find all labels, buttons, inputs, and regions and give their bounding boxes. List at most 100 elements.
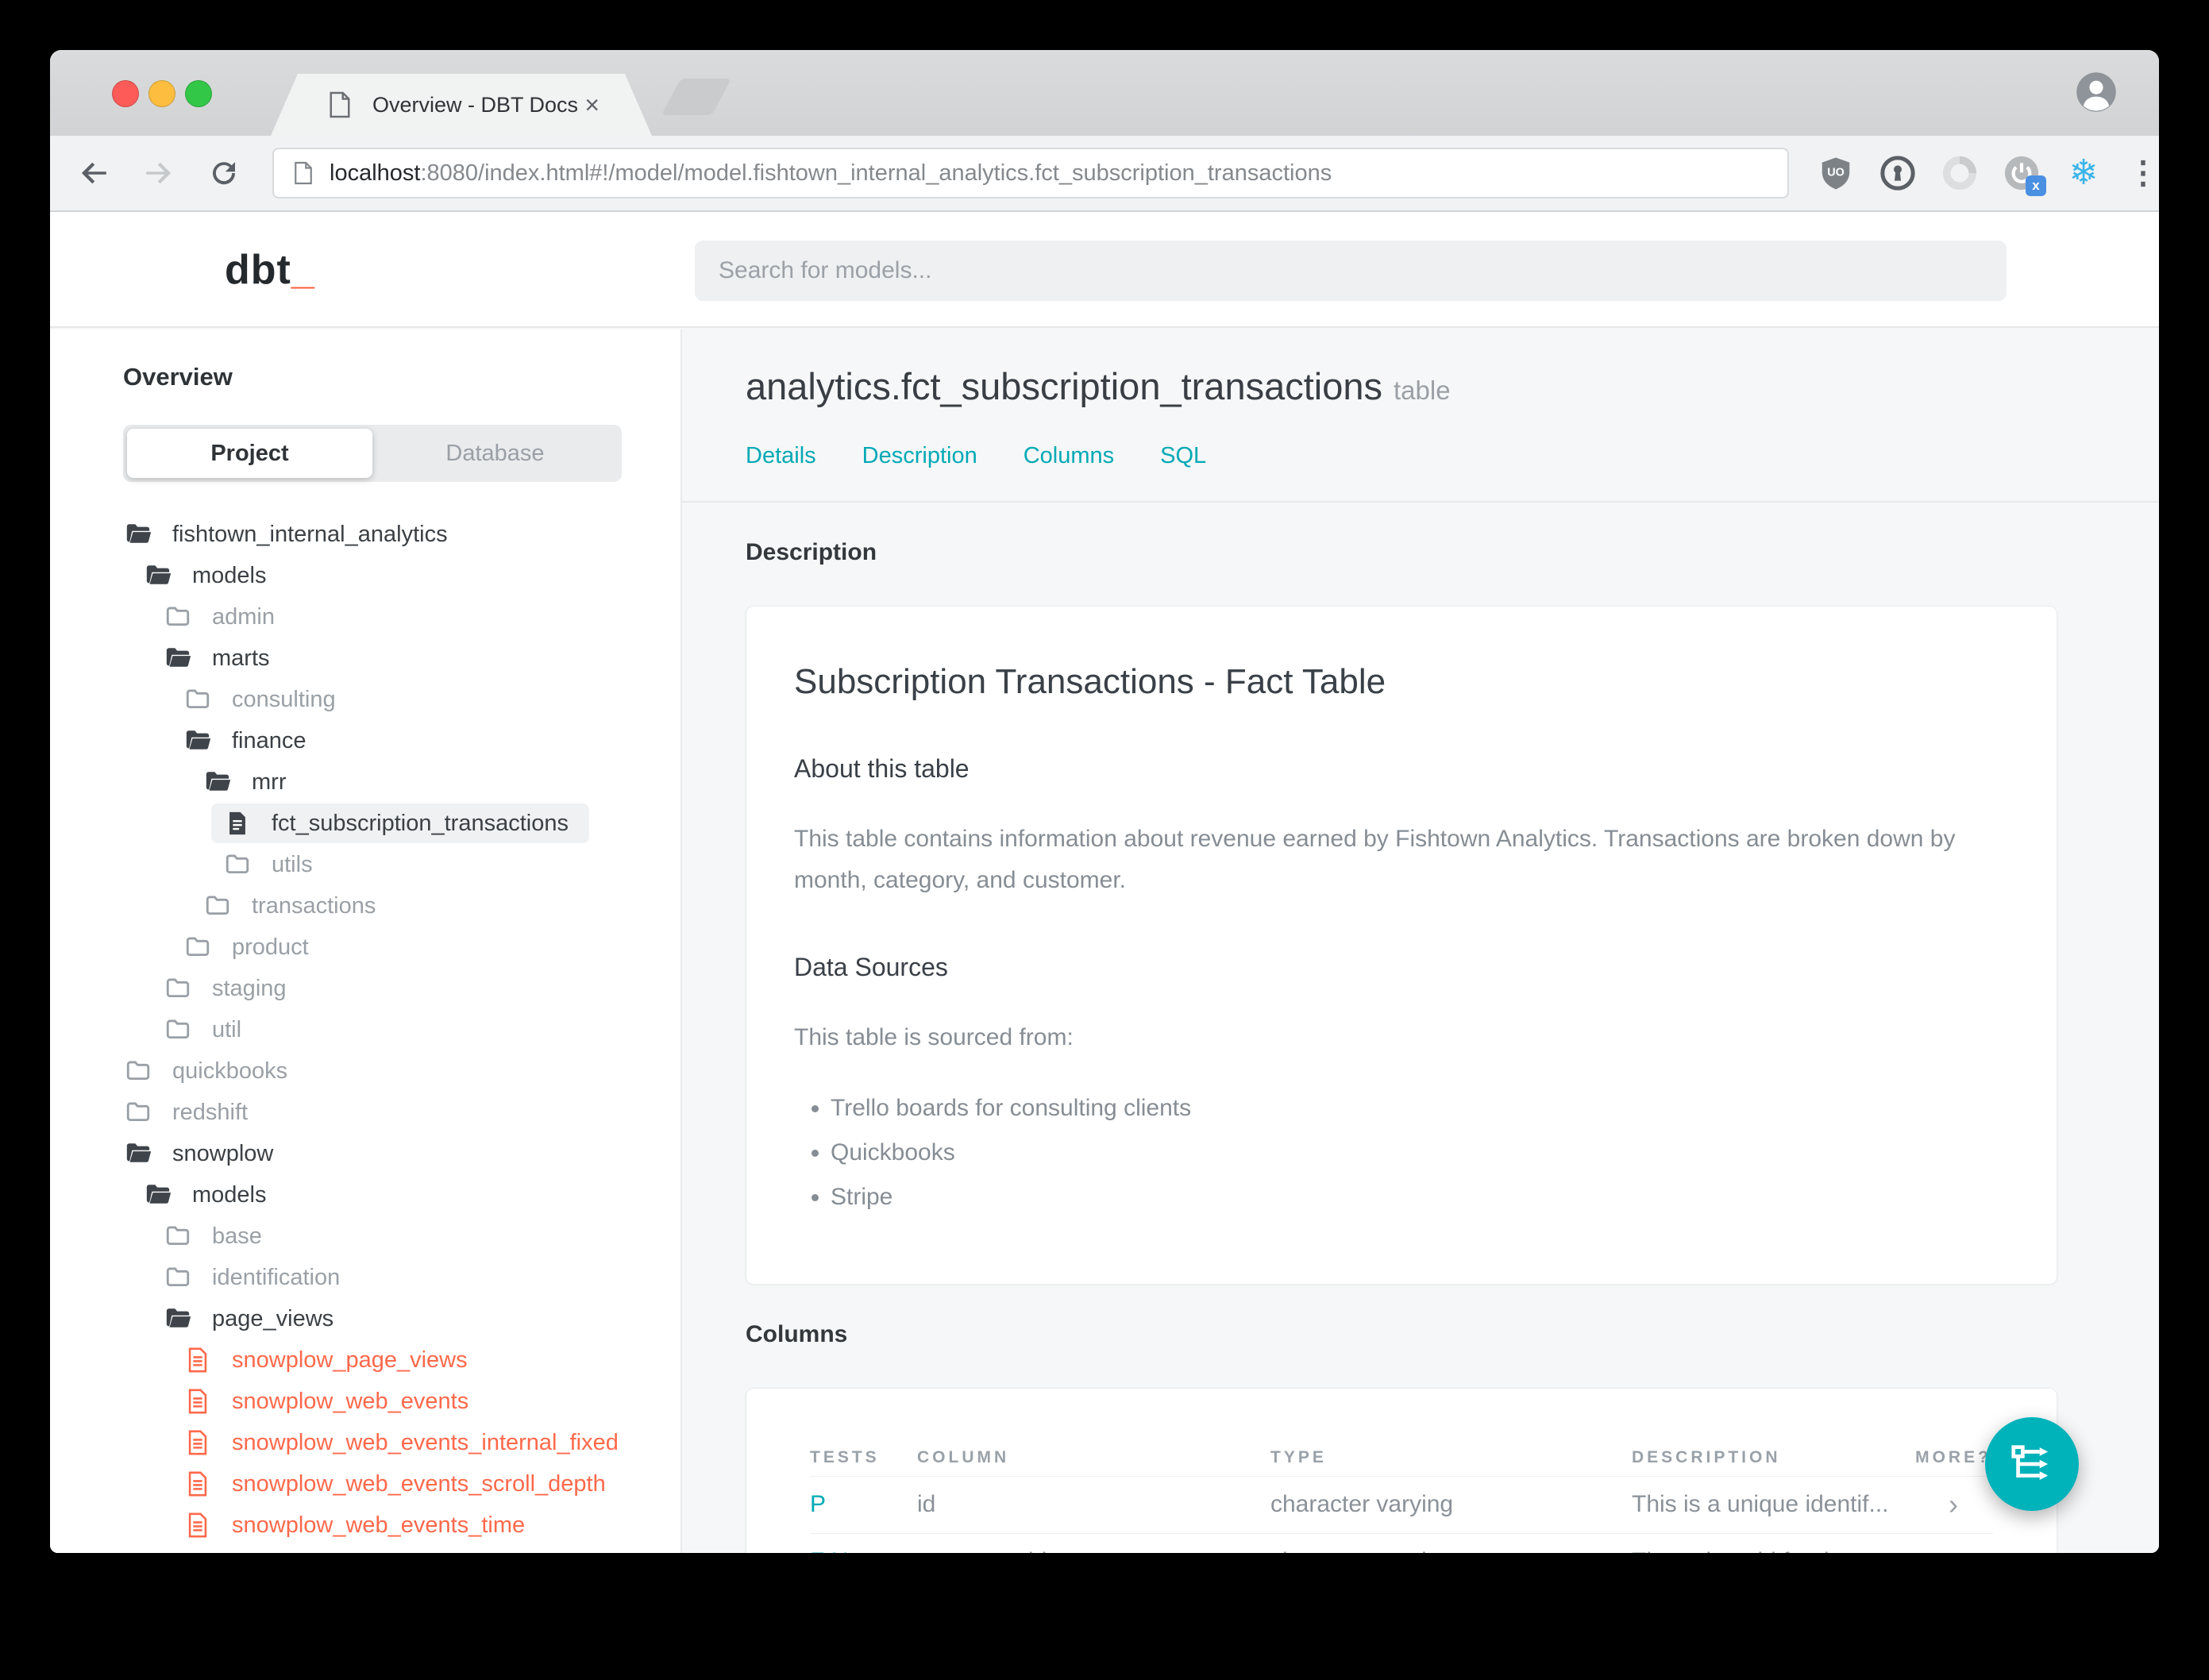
- nav-link-sql[interactable]: SQL: [1160, 443, 1206, 469]
- window-close-button[interactable]: [112, 80, 139, 107]
- search-input[interactable]: [695, 241, 2007, 301]
- column-type: character varying: [1270, 1491, 1454, 1518]
- tab-close-icon[interactable]: ×: [584, 91, 599, 120]
- folder-icon: [125, 1058, 152, 1085]
- tree-item-fct_subscription_transactions[interactable]: fct_subscription_transactions: [50, 803, 680, 844]
- col-header-type: TYPE: [1270, 1447, 1327, 1466]
- tree-item-models-snowplow[interactable]: models: [50, 1174, 680, 1216]
- address-bar[interactable]: localhost:8080/index.html#!/model/model.…: [272, 148, 1789, 198]
- screenshot-frame: Overview - DBT Docs × localhost:8080/ind…: [0, 0, 2209, 1680]
- tree-item-page_views[interactable]: page_views: [50, 1298, 680, 1339]
- dbt-docs-app: dbt_ Overview Project Database fishtown_…: [50, 212, 2159, 1553]
- url-text: localhost:8080/index.html#!/model/model.…: [330, 160, 1332, 187]
- tree-item-staging[interactable]: staging: [50, 968, 680, 1009]
- column-name: customer_id: [917, 1548, 1270, 1553]
- test-badges: P: [810, 1491, 827, 1518]
- expand-chevron-icon[interactable]: ›: [1914, 1545, 1993, 1553]
- col-header-tests: TESTS: [810, 1447, 880, 1466]
- dbt-logo-text: dbt_: [225, 247, 315, 293]
- main-content: analytics.fct_subscription_transactions t…: [682, 329, 2159, 1553]
- tree-item-util[interactable]: util: [50, 1009, 680, 1050]
- nav-link-columns[interactable]: Columns: [1024, 443, 1114, 469]
- tree-item-mrr[interactable]: mrr: [50, 761, 680, 803]
- ublock-shield-icon[interactable]: [1818, 155, 1854, 191]
- password-manager-icon[interactable]: [1879, 155, 1916, 191]
- tree-item-base[interactable]: base: [50, 1216, 680, 1257]
- lineage-graph-icon: [2007, 1439, 2057, 1489]
- tab-database[interactable]: Database: [372, 429, 618, 478]
- extension-ring-icon[interactable]: [1941, 155, 1978, 191]
- list-item: Quickbooks: [831, 1139, 2009, 1166]
- nav-link-details[interactable]: Details: [746, 443, 816, 469]
- browser-toolbar: localhost:8080/index.html#!/model/model.…: [50, 136, 2159, 212]
- tree-item-marts[interactable]: marts: [50, 638, 680, 679]
- table-row[interactable]: F N customer_id character varying The un…: [810, 1532, 1993, 1553]
- column-description: The unique id for the ...: [1632, 1548, 1914, 1553]
- dbt-logo[interactable]: dbt_: [128, 233, 315, 307]
- window-minimize-button[interactable]: [148, 80, 175, 107]
- list-item: Trello boards for consulting clients: [831, 1095, 2009, 1122]
- table-row[interactable]: P id character varying This is a unique …: [810, 1475, 1993, 1533]
- folder-open-icon: [125, 1140, 152, 1167]
- folder-icon: [164, 1223, 191, 1250]
- tree-item-redshift[interactable]: redshift: [50, 1092, 680, 1133]
- lineage-graph-button[interactable]: [1985, 1417, 2079, 1511]
- col-header-description: DESCRIPTION: [1632, 1447, 1781, 1466]
- logo-cursor: _: [291, 247, 315, 293]
- tree-item-snowplow_web_events_time[interactable]: snowplow_web_events_time: [50, 1505, 680, 1546]
- tree-item-utils[interactable]: utils: [50, 844, 680, 885]
- description-section-heading: Description: [746, 539, 877, 565]
- forward-button[interactable]: [142, 156, 175, 190]
- folder-icon: [184, 934, 211, 961]
- file-icon: [184, 1388, 211, 1415]
- folder-open-icon: [204, 769, 231, 796]
- sidebar: Overview Project Database fishtown_inter…: [50, 329, 682, 1553]
- back-button[interactable]: [77, 156, 110, 190]
- tree-item-transactions[interactable]: transactions: [50, 885, 680, 927]
- columns-table: TESTS COLUMN TYPE DESCRIPTION MORE? P id…: [810, 1439, 1993, 1553]
- tree-item-finance[interactable]: finance: [50, 720, 680, 761]
- tree-item-snowplow_web_page_context[interactable]: snowplow_web_page_context: [50, 1546, 680, 1553]
- browser-tab[interactable]: Overview - DBT Docs ×: [271, 74, 652, 136]
- tree-item-snowplow_web_events[interactable]: snowplow_web_events: [50, 1381, 680, 1422]
- power-extension-icon[interactable]: x: [2003, 155, 2046, 196]
- tree-item-models[interactable]: models: [50, 555, 680, 596]
- tree-item-snowplow_page_views[interactable]: snowplow_page_views: [50, 1339, 680, 1381]
- tab-project[interactable]: Project: [127, 429, 372, 478]
- sources-heading: Data Sources: [794, 953, 948, 982]
- tree-item-quickbooks[interactable]: quickbooks: [50, 1050, 680, 1092]
- columns-section-heading: Columns: [746, 1320, 848, 1347]
- dbt-logo-icon: [128, 233, 202, 307]
- file-icon: [184, 1429, 211, 1456]
- tree-item-admin[interactable]: admin: [50, 596, 680, 638]
- columns-card: TESTS COLUMN TYPE DESCRIPTION MORE? P id…: [746, 1387, 2057, 1553]
- folder-icon: [204, 892, 231, 919]
- page-icon: [293, 160, 314, 186]
- tree-item-product[interactable]: product: [50, 927, 680, 968]
- new-tab-button[interactable]: [661, 79, 732, 115]
- window-zoom-button[interactable]: [185, 80, 212, 107]
- test-badges: F N: [810, 1548, 917, 1553]
- tree-item-snowplow_web_events_internal_fixed[interactable]: snowplow_web_events_internal_fixed: [50, 1422, 680, 1463]
- tree-item-identification[interactable]: identification: [50, 1257, 680, 1298]
- browser-menu-icon[interactable]: ⋮: [2127, 155, 2159, 191]
- browser-tab-strip: Overview - DBT Docs ×: [50, 50, 2159, 136]
- table-header-row: TESTS COLUMN TYPE DESCRIPTION MORE?: [810, 1439, 1993, 1476]
- snowflake-extension-icon[interactable]: ❄: [2065, 155, 2102, 191]
- list-item: Stripe: [831, 1184, 2009, 1211]
- folder-icon: [184, 686, 211, 713]
- expand-chevron-icon[interactable]: ›: [1914, 1488, 1993, 1521]
- browser-profile-avatar[interactable]: [2075, 71, 2118, 114]
- folder-icon: [164, 975, 191, 1002]
- tree-item-consulting[interactable]: consulting: [50, 679, 680, 720]
- tree-item-snowplow[interactable]: snowplow: [50, 1133, 680, 1174]
- tree-item-snowplow_web_events_scroll_depth[interactable]: snowplow_web_events_scroll_depth: [50, 1463, 680, 1505]
- sidebar-heading: Overview: [123, 363, 233, 391]
- browser-window: Overview - DBT Docs × localhost:8080/ind…: [50, 50, 2159, 1553]
- tree-item-fishtown_internal_analytics[interactable]: fishtown_internal_analytics: [50, 514, 680, 555]
- nav-link-description[interactable]: Description: [862, 443, 977, 469]
- about-text: This table contains information about re…: [794, 826, 1956, 893]
- page-title: analytics.fct_subscription_transactions t…: [746, 365, 1451, 407]
- folder-open-icon: [125, 521, 152, 548]
- reload-button[interactable]: [207, 156, 241, 190]
